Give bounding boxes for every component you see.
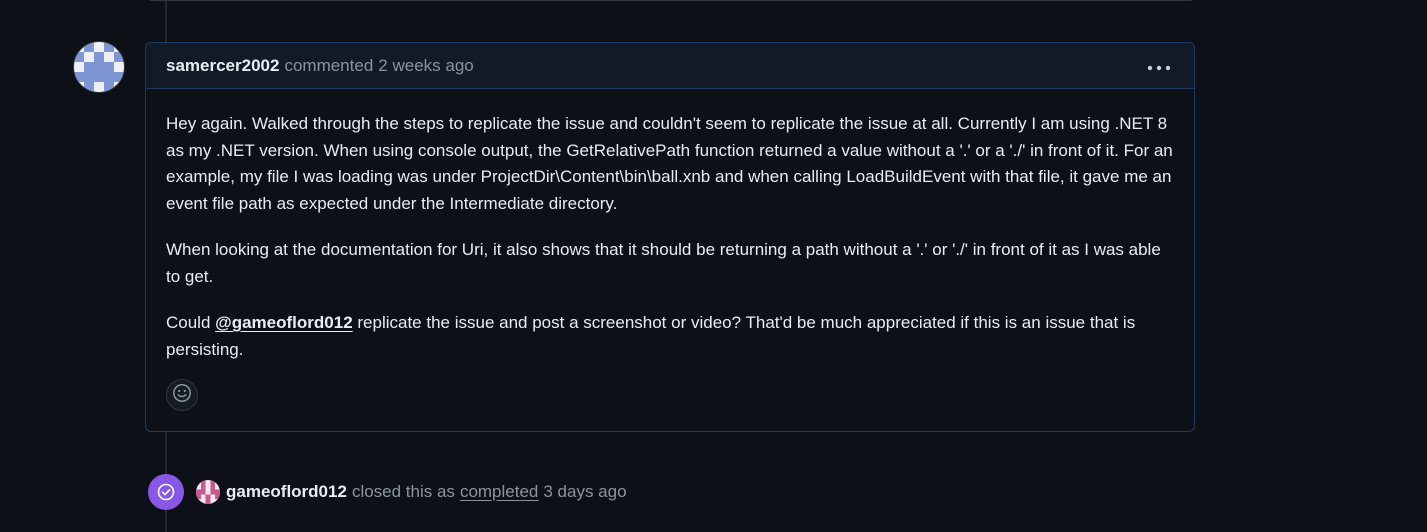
closed-event: gameoflord012 closed this as completed 3… <box>148 474 627 510</box>
check-circle-icon <box>148 474 184 510</box>
event-timestamp[interactable]: 3 days ago <box>543 482 626 502</box>
comment-body: Hey again. Walked through the steps to r… <box>146 89 1194 363</box>
comment-header: samercer2002 commented 2 weeks ago <box>146 43 1194 89</box>
event-description: closed this as <box>351 482 455 501</box>
comment-paragraph: Hey again. Walked through the steps to r… <box>166 114 1173 213</box>
comment-paragraph: When looking at the documentation for Ur… <box>166 240 1161 286</box>
event-user-name[interactable]: gameoflord012 <box>226 482 347 502</box>
completed-link[interactable]: completed <box>460 482 538 502</box>
previous-comment-box <box>146 0 1196 1</box>
kebab-horizontal-icon[interactable] <box>1144 55 1174 75</box>
avatar[interactable] <box>74 42 124 92</box>
comment-action: commented <box>284 55 374 75</box>
add-reaction-button[interactable] <box>166 379 198 411</box>
comment-author[interactable]: samercer2002 <box>166 56 279 76</box>
event-user-avatar[interactable] <box>196 480 220 504</box>
smiley-icon <box>172 383 192 408</box>
comment-paragraph: Could @gameoflord012 replicate the issue… <box>166 290 1174 363</box>
user-mention-link[interactable]: @gameoflord012 <box>215 313 353 332</box>
comment-box: samercer2002 commented 2 weeks ago Hey a… <box>145 42 1195 432</box>
paragraph-text: Could <box>166 313 216 332</box>
comment-timestamp[interactable]: 2 weeks ago <box>378 56 473 76</box>
